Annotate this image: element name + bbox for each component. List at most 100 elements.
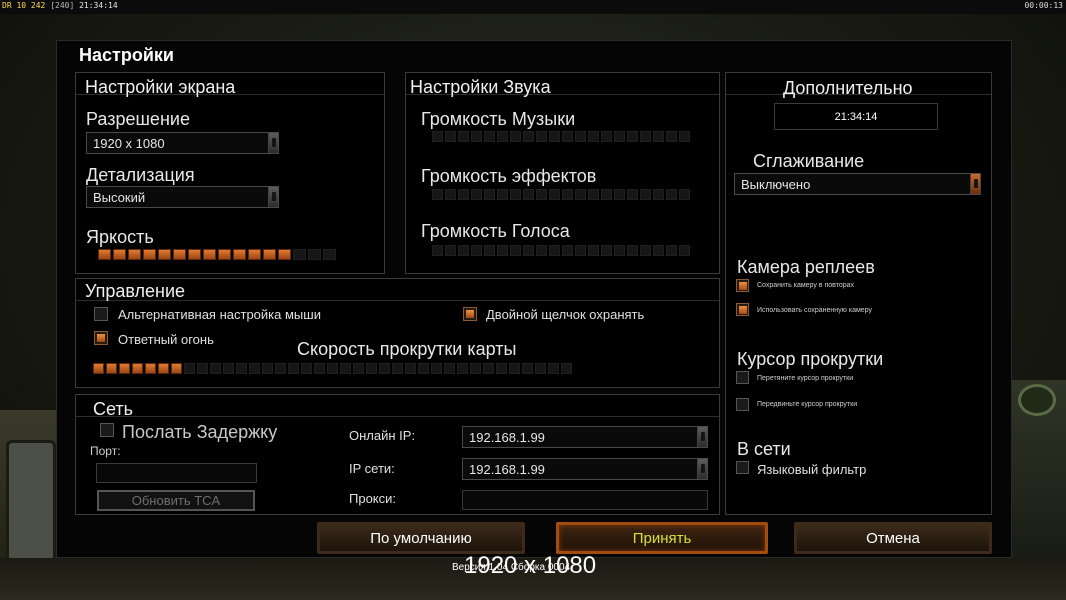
slider-segment	[405, 363, 416, 374]
scroll-speed-label: Скорость прокрутки карты	[297, 339, 517, 359]
slider-segment	[379, 363, 390, 374]
slider-segment	[445, 189, 456, 200]
slider-segment	[523, 131, 534, 142]
settings-dialog: Настройки Настройки экрана Разрешение 19…	[56, 40, 1012, 558]
proxy-input[interactable]	[462, 490, 708, 510]
slider-segment	[601, 131, 612, 142]
brightness-label: Яркость	[86, 227, 154, 247]
slider-segment	[614, 189, 625, 200]
default-button[interactable]: По умолчанию	[317, 522, 525, 554]
language-filter-checkbox[interactable]	[736, 461, 749, 474]
alt-mouse-checkbox[interactable]	[94, 307, 108, 321]
replay-camera-title: Камера реплеев	[737, 257, 875, 277]
lan-ip-dropdown[interactable]: 192.168.1.99	[462, 458, 708, 480]
slider-segment	[562, 189, 573, 200]
online-ip-value: 192.168.1.99	[469, 430, 545, 445]
cancel-button[interactable]: Отмена	[794, 522, 992, 554]
slider-segment	[158, 249, 171, 260]
slider-segment	[197, 363, 208, 374]
online-ip-dropdown[interactable]: 192.168.1.99	[462, 426, 708, 448]
slider-segment	[522, 363, 533, 374]
move-cursor-checkbox[interactable]	[736, 398, 749, 411]
slider-segment	[588, 131, 599, 142]
sound-settings-title: Настройки Звука	[410, 77, 551, 97]
update-tca-button[interactable]: Обновить TCA	[97, 490, 255, 511]
slider-segment	[523, 189, 534, 200]
game-top-bar	[0, 0, 1066, 14]
slider-segment	[588, 245, 599, 256]
slider-segment	[158, 363, 169, 374]
hud-clock: 21:34:14	[79, 1, 118, 10]
slider-segment	[679, 245, 690, 256]
slider-segment	[203, 249, 216, 260]
antialiasing-value: Выключено	[741, 177, 811, 192]
slider-segment	[93, 363, 104, 374]
slider-segment	[653, 245, 664, 256]
save-camera-label: Сохранить камеру в повторах	[757, 282, 855, 289]
brightness-slider[interactable]	[98, 249, 336, 260]
lan-ip-value: 192.168.1.99	[469, 462, 545, 477]
slider-segment	[510, 131, 521, 142]
return-fire-checkbox[interactable]	[94, 331, 108, 345]
dropdown-arrow-icon[interactable]	[268, 133, 278, 153]
slider-segment	[666, 189, 677, 200]
slider-segment	[562, 245, 573, 256]
slider-segment	[188, 249, 201, 260]
dropdown-arrow-icon[interactable]	[268, 187, 278, 207]
send-delay-checkbox[interactable]	[100, 423, 114, 437]
online-title: В сети	[737, 439, 791, 459]
slider-segment	[236, 363, 247, 374]
slider-segment	[497, 131, 508, 142]
slider-segment	[432, 245, 443, 256]
slider-segment	[210, 363, 221, 374]
antialiasing-dropdown[interactable]: Выключено	[734, 173, 981, 195]
slider-segment	[262, 363, 273, 374]
sound-settings-panel: Настройки Звука Громкость Музыки Громкос…	[405, 72, 720, 274]
slider-segment	[484, 189, 495, 200]
resolution-overlay: 1920 x 1080	[464, 552, 597, 579]
slider-segment	[119, 363, 130, 374]
slider-segment	[418, 363, 429, 374]
slider-segment	[340, 363, 351, 374]
drag-cursor-label: Перетяните курсор прокрутки	[757, 375, 854, 382]
resolution-dropdown[interactable]: 1920 x 1080	[86, 132, 279, 154]
effects-volume-slider[interactable]	[432, 189, 690, 200]
detail-dropdown[interactable]: Высокий	[86, 186, 279, 208]
control-title: Управление	[85, 281, 186, 301]
drag-cursor-checkbox[interactable]	[736, 371, 749, 384]
slider-segment	[431, 363, 442, 374]
hud-resources-cap: [240]	[50, 1, 75, 10]
dropdown-arrow-icon[interactable]	[970, 174, 980, 194]
dropdown-arrow-icon[interactable]	[697, 459, 707, 479]
double-click-checkbox[interactable]	[463, 307, 477, 321]
use-saved-camera-checkbox[interactable]	[736, 303, 749, 316]
panel-header	[76, 395, 719, 417]
proxy-label: Прокси:	[349, 491, 397, 506]
hud-game-timer: 00:00:13	[1024, 1, 1063, 10]
music-volume-slider[interactable]	[432, 131, 690, 142]
slider-segment	[223, 363, 234, 374]
slider-segment	[457, 363, 468, 374]
slider-segment	[575, 189, 586, 200]
slider-segment	[536, 245, 547, 256]
extra-settings-panel: Дополнительно Сглаживание Выключено Каме…	[725, 72, 992, 515]
slider-segment	[496, 363, 507, 374]
voice-volume-slider[interactable]	[432, 245, 690, 256]
dropdown-arrow-icon[interactable]	[697, 427, 707, 447]
scroll-speed-slider[interactable]	[93, 363, 572, 374]
save-camera-checkbox[interactable]	[736, 279, 749, 292]
port-label: Порт:	[90, 444, 121, 458]
scroll-cursor-title: Курсор прокрутки	[737, 349, 884, 369]
slider-segment	[575, 245, 586, 256]
slider-segment	[561, 363, 572, 374]
slider-segment	[98, 249, 111, 260]
antialiasing-label: Сглаживание	[753, 151, 865, 171]
detail-value: Высокий	[93, 190, 146, 205]
slider-segment	[218, 249, 231, 260]
accept-button[interactable]: Принять	[556, 522, 768, 554]
port-input[interactable]	[96, 463, 257, 483]
slider-segment	[106, 363, 117, 374]
slider-segment	[314, 363, 325, 374]
slider-segment	[327, 363, 338, 374]
slider-segment	[444, 363, 455, 374]
